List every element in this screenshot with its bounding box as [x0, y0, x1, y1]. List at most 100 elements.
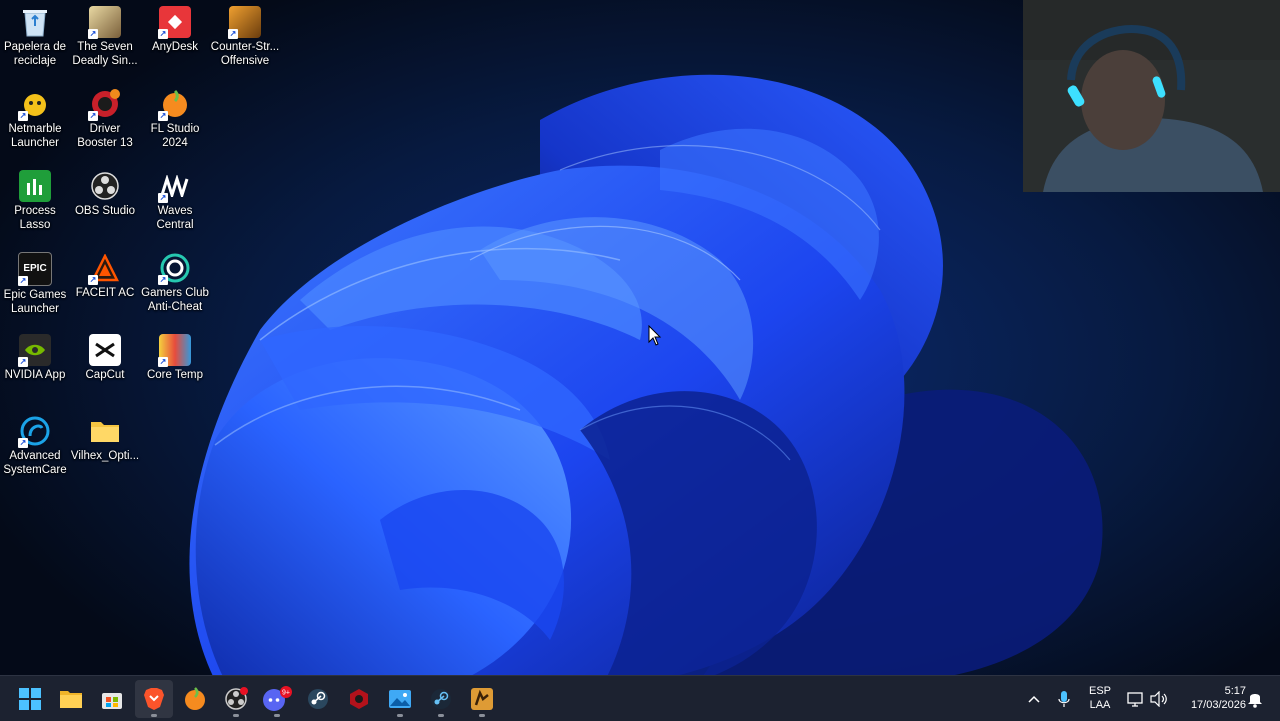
process-lasso-icon — [19, 170, 51, 202]
store-icon — [102, 693, 122, 709]
desktop-icon-capcut[interactable]: CapCut — [70, 328, 140, 400]
faceit-icon: ↗ — [88, 252, 121, 285]
photos-icon — [389, 690, 411, 708]
gamers-club-icon: ↗ — [158, 252, 191, 285]
capcut-icon — [89, 334, 121, 366]
obs-icon — [89, 170, 121, 202]
clock-time: 5:17 — [1224, 685, 1246, 697]
counter-strike-icon — [471, 688, 493, 710]
taskbar-discord[interactable]: 9+ — [258, 680, 296, 718]
discord-icon: 9+ — [263, 686, 292, 711]
waves-icon: ↗ — [158, 170, 191, 203]
notifications-button[interactable] — [1243, 680, 1267, 718]
fl-studio-icon — [185, 687, 205, 710]
input-language-button[interactable]: ESP LAA — [1082, 684, 1118, 712]
steam-icon — [308, 689, 328, 709]
speaker-icon — [1150, 691, 1167, 707]
clock-button[interactable]: 5:17 17/03/2026 — [1176, 684, 1246, 712]
microphone-icon — [1058, 691, 1070, 707]
desktop-icon-label: Driver Booster 13 — [77, 123, 133, 149]
obs-icon — [225, 687, 248, 710]
folder-icon — [60, 691, 82, 708]
taskbar-file-explorer[interactable] — [52, 680, 90, 718]
nvidia-icon: ↗ — [18, 334, 51, 367]
running-indicator — [151, 714, 157, 717]
epic-games-icon: EPIC ↗ — [18, 252, 52, 286]
desktop-icon-label: Core Temp — [146, 369, 204, 381]
desktop-icon-label: FACEIT AC — [75, 287, 135, 299]
running-indicator — [438, 714, 444, 717]
desktop-icon-label: Waves Central — [156, 205, 194, 231]
counter-strike-icon: ↗ — [228, 6, 261, 39]
taskbar: 9+ ESP LAA 5:17 17/03/2026 — [0, 675, 1280, 721]
game-icon: ↗ — [88, 6, 121, 39]
microphone-button[interactable] — [1046, 680, 1082, 718]
taskbar-counter-strike[interactable] — [463, 680, 501, 718]
volume-button[interactable] — [1146, 680, 1172, 718]
desktop-icon-label: AnyDesk — [151, 41, 199, 53]
taskbar-obs[interactable] — [217, 680, 255, 718]
desktop-icon-seven-deadly-sins[interactable]: ↗ The Seven Deadly Sin... — [70, 0, 140, 72]
desktop-icon-label: Epic Games Launcher — [3, 289, 67, 315]
desktop-icon-label: The Seven Deadly Sin... — [72, 41, 138, 67]
desktop-icon-label: NVIDIA App — [4, 369, 66, 381]
recycle-bin-icon — [19, 6, 51, 38]
running-indicator — [397, 714, 403, 717]
desktop-icon-advanced-systemcare[interactable]: ↗ Advanced SystemCare — [0, 409, 70, 481]
desktop-icon-process-lasso[interactable]: Process Lasso — [0, 164, 70, 236]
windows-start-icon — [19, 688, 41, 710]
desktop-icon-label: Process Lasso — [14, 205, 56, 231]
netmarble-icon: ↗ — [18, 88, 51, 121]
taskbar-photos[interactable] — [381, 680, 419, 718]
desktop-icon-core-temp[interactable]: ↗ Core Temp — [140, 328, 210, 400]
desktop-icon-label: FL Studio 2024 — [150, 123, 200, 149]
desktop-icon-label: Papelera de reciclaje — [3, 41, 67, 67]
red-app-icon — [350, 689, 368, 709]
driver-booster-icon: ↗ — [88, 88, 121, 121]
running-indicator — [479, 714, 485, 717]
anydesk-icon: ↗ — [158, 6, 191, 39]
taskbar-red-app[interactable] — [340, 680, 378, 718]
taskbar-steam[interactable] — [299, 680, 337, 718]
desktop-icon-vilhex-folder[interactable]: Vilhex_Opti... — [70, 409, 140, 481]
running-indicator — [233, 714, 239, 717]
desktop-icon-anydesk[interactable]: ↗ AnyDesk — [140, 0, 210, 72]
start-button[interactable] — [11, 680, 49, 718]
taskbar-brave[interactable] — [135, 680, 173, 718]
desktop-icon-label: Vilhex_Opti... — [70, 450, 140, 462]
desktop-icon-epic-games[interactable]: EPIC ↗ Epic Games Launcher — [0, 246, 70, 318]
desktop-icon-faceit[interactable]: ↗ FACEIT AC — [70, 246, 140, 318]
running-indicator — [274, 714, 280, 717]
desktop-icon-gamers-club[interactable]: ↗ Gamers Club Anti-Cheat — [140, 246, 210, 318]
desktop-icon-netmarble[interactable]: ↗ Netmarble Launcher — [0, 82, 70, 154]
keyboard-layout: LAA — [1089, 699, 1111, 711]
taskbar-store[interactable] — [93, 680, 131, 718]
webcam-person-image — [1023, 0, 1280, 192]
clock-date: 17/03/2026 — [1190, 699, 1246, 711]
fl-studio-icon: ↗ — [158, 88, 191, 121]
desktop-icon-label: Gamers Club Anti-Cheat — [141, 287, 209, 313]
chevron-up-icon — [1028, 695, 1040, 703]
core-temp-icon: ↗ — [158, 334, 191, 367]
brave-icon — [144, 688, 164, 710]
taskbar-steam-2[interactable] — [422, 680, 460, 718]
advanced-systemcare-icon: ↗ — [18, 415, 51, 448]
desktop-icon-waves[interactable]: ↗ Waves Central — [140, 164, 210, 236]
webcam-overlay — [1023, 0, 1280, 192]
desktop-icon-label: Counter-Str... Offensive — [210, 41, 280, 67]
desktop-icon-obs[interactable]: OBS Studio — [70, 164, 140, 236]
steam-icon — [431, 689, 451, 709]
desktop-icon-label: Advanced SystemCare — [3, 450, 67, 476]
desktop-icon-nvidia[interactable]: ↗ NVIDIA App — [0, 328, 70, 400]
desktop-icon-recycle-bin[interactable]: Papelera de reciclaje — [0, 0, 70, 72]
desktop-icon-label: Netmarble Launcher — [8, 123, 62, 149]
network-icon — [1127, 692, 1143, 707]
desktop-icon-fl-studio[interactable]: ↗ FL Studio 2024 — [140, 82, 210, 154]
desktop-icon-counter-strike[interactable]: ↗ Counter-Str... Offensive — [210, 0, 280, 72]
taskbar-fl-studio[interactable] — [176, 680, 214, 718]
mouse-cursor-icon — [648, 325, 662, 346]
folder-icon — [89, 415, 121, 447]
language-code: ESP — [1088, 685, 1111, 697]
desktop-icon-driver-booster[interactable]: ↗ Driver Booster 13 — [70, 82, 140, 154]
discord-badge: 9+ — [282, 690, 290, 697]
